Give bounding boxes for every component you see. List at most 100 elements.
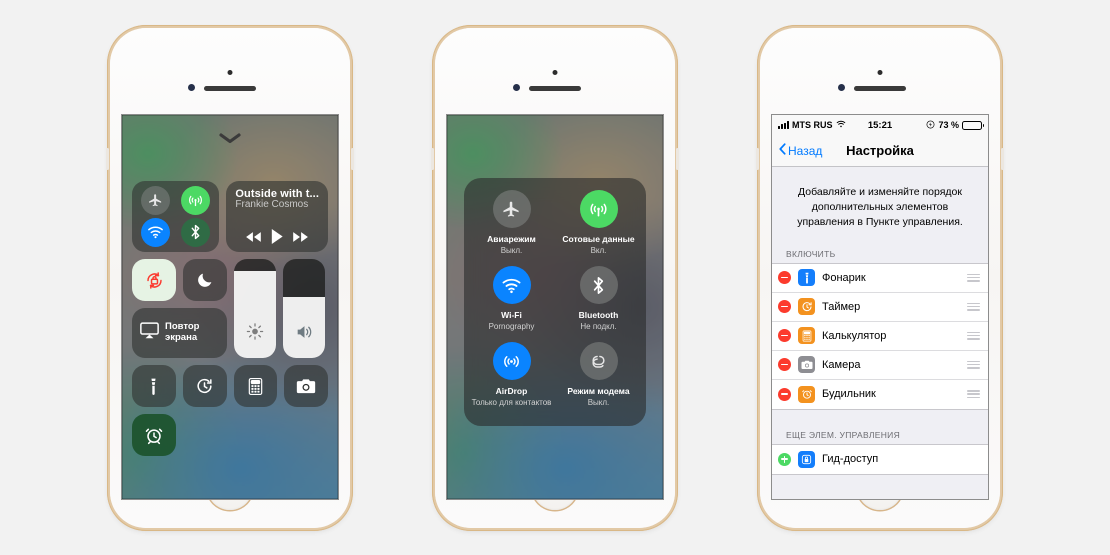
airplane-mode-button[interactable] bbox=[141, 186, 171, 216]
section-gap bbox=[772, 409, 988, 426]
screen-mirroring-button[interactable]: Повтор экрана bbox=[132, 308, 227, 358]
navigation-bar: Назад Настройка bbox=[772, 135, 988, 167]
cellular-data-button[interactable] bbox=[181, 186, 211, 216]
airdrop-icon[interactable] bbox=[492, 342, 531, 380]
bluetooth-icon[interactable] bbox=[579, 266, 618, 304]
alarm-clock-button[interactable] bbox=[132, 414, 176, 456]
status-right: 73 % bbox=[892, 120, 984, 131]
volume-button[interactable] bbox=[431, 148, 434, 170]
timer-button[interactable] bbox=[182, 365, 227, 407]
bluetooth-cell[interactable]: Bluetooth Не подкл. bbox=[555, 266, 642, 342]
reorder-handle-icon[interactable] bbox=[967, 390, 980, 399]
connectivity-expanded-panel: Авиарежим Выкл. Сотовые данные Вкл. Wi-F… bbox=[464, 178, 646, 426]
cc-left-cluster: Повтор экрана bbox=[132, 259, 227, 358]
rewind-icon[interactable] bbox=[245, 231, 262, 243]
fast-forward-icon[interactable] bbox=[292, 231, 309, 243]
reorder-handle-icon[interactable] bbox=[967, 273, 980, 282]
flashlight-icon bbox=[798, 269, 815, 287]
phone-device-3: MTS RUS 15:21 73 % Назад Настройка Добав… bbox=[756, 25, 1004, 531]
section-header-include: ВКЛЮЧИТЬ bbox=[786, 248, 836, 259]
proximity-sensor-icon bbox=[877, 70, 883, 75]
brightness-slider[interactable] bbox=[234, 259, 276, 358]
airplane-mode-cell[interactable]: Авиарежим Выкл. bbox=[468, 190, 555, 266]
bluetooth-button[interactable] bbox=[181, 217, 211, 247]
battery-icon bbox=[962, 120, 984, 130]
calculator-button[interactable] bbox=[233, 365, 278, 407]
connectivity-module[interactable] bbox=[132, 181, 220, 252]
wifi-cell[interactable]: Wi-Fi Pornography bbox=[468, 266, 555, 342]
front-camera-icon bbox=[513, 84, 520, 91]
row-label: Будильник bbox=[822, 388, 876, 401]
row-label: Калькулятор bbox=[822, 329, 887, 342]
wifi-label: Wi-Fi bbox=[501, 310, 522, 320]
personal-hotspot-state: Выкл. bbox=[587, 398, 610, 408]
timer-icon bbox=[798, 298, 815, 316]
more-controls-list: Гид-доступ bbox=[772, 443, 988, 475]
minus-circle-icon[interactable] bbox=[778, 387, 791, 401]
rotation-lock-button[interactable] bbox=[132, 259, 176, 301]
minus-circle-icon[interactable] bbox=[778, 358, 791, 372]
camera-icon bbox=[798, 356, 815, 374]
personal-hotspot-label: Режим модема bbox=[567, 386, 630, 396]
power-button[interactable] bbox=[1001, 148, 1004, 170]
table-row[interactable]: Гид-доступ bbox=[772, 444, 988, 474]
power-button[interactable] bbox=[351, 148, 354, 170]
do-not-disturb-button[interactable] bbox=[183, 259, 227, 301]
airdrop-label: AirDrop bbox=[495, 386, 528, 396]
volume-button[interactable] bbox=[756, 148, 759, 170]
cellular-antenna-icon[interactable] bbox=[579, 190, 618, 228]
minus-circle-icon[interactable] bbox=[778, 300, 791, 314]
table-row[interactable]: Калькулятор bbox=[772, 321, 988, 351]
minus-circle-icon[interactable] bbox=[778, 271, 791, 285]
low-power-icon bbox=[926, 120, 935, 131]
plus-circle-icon[interactable] bbox=[778, 452, 791, 466]
volume-slider[interactable] bbox=[283, 259, 325, 358]
table-row[interactable]: Будильник bbox=[772, 379, 988, 409]
cc-row-middle: Повтор экрана bbox=[132, 259, 328, 358]
proximity-sensor-icon bbox=[552, 70, 558, 75]
phone-device-1: Outside with t... Frankie Cosmos Повтор … bbox=[106, 25, 354, 531]
now-playing-module[interactable]: Outside with t... Frankie Cosmos bbox=[226, 181, 328, 252]
status-left: MTS RUS bbox=[778, 120, 868, 130]
status-bar: MTS RUS 15:21 73 % bbox=[772, 115, 988, 135]
airplane-mode-label: Авиарежим bbox=[487, 234, 536, 244]
playback-controls bbox=[235, 228, 319, 247]
reorder-handle-icon[interactable] bbox=[967, 331, 980, 340]
cellular-data-cell[interactable]: Сотовые данные Вкл. bbox=[555, 190, 642, 266]
table-row[interactable]: Таймер bbox=[772, 292, 988, 322]
camera-button[interactable] bbox=[284, 365, 328, 407]
airdrop-state: Только для контактов bbox=[471, 398, 552, 408]
section-header-more: ЕЩЕ ЭЛЕМ. УПРАВЛЕНИЯ bbox=[786, 429, 901, 440]
battery-percent-label: 73 % bbox=[938, 120, 959, 130]
airdrop-cell[interactable]: AirDrop Только для контактов bbox=[468, 342, 555, 418]
now-playing-artist: Frankie Cosmos bbox=[235, 198, 309, 210]
play-icon[interactable] bbox=[270, 228, 284, 245]
phone1-screen: Outside with t... Frankie Cosmos Повтор … bbox=[121, 114, 339, 500]
minus-circle-icon[interactable] bbox=[778, 329, 791, 343]
volume-button[interactable] bbox=[106, 148, 109, 170]
control-center-page-1: Outside with t... Frankie Cosmos Повтор … bbox=[132, 181, 328, 456]
table-row[interactable]: Камера bbox=[772, 350, 988, 380]
flashlight-button[interactable] bbox=[132, 365, 176, 407]
alarm-clock-icon bbox=[798, 385, 815, 403]
cellular-data-label: Сотовые данные bbox=[562, 234, 635, 244]
include-list: Фонарик Таймер Калькулятор Камера Будиль… bbox=[772, 262, 988, 410]
personal-hotspot-cell[interactable]: Режим модема Выкл. bbox=[555, 342, 642, 418]
earpiece-speaker bbox=[854, 86, 906, 91]
wifi-icon[interactable] bbox=[492, 266, 531, 304]
row-label: Камера bbox=[822, 358, 861, 371]
table-row[interactable]: Фонарик bbox=[772, 263, 988, 293]
reorder-handle-icon[interactable] bbox=[967, 302, 980, 311]
phone2-screen: Авиарежим Выкл. Сотовые данные Вкл. Wi-F… bbox=[446, 114, 664, 500]
reorder-handle-icon[interactable] bbox=[967, 360, 980, 369]
power-button[interactable] bbox=[676, 148, 679, 170]
wifi-button[interactable] bbox=[141, 217, 171, 247]
wifi-icon bbox=[836, 120, 846, 130]
bluetooth-state: Не подкл. bbox=[580, 322, 617, 332]
carrier-label: MTS RUS bbox=[792, 120, 833, 130]
front-camera-icon bbox=[838, 84, 845, 91]
screen-mirroring-label: Повтор экрана bbox=[165, 321, 200, 343]
personal-hotspot-icon[interactable] bbox=[579, 342, 618, 380]
airplane-icon[interactable] bbox=[492, 190, 531, 228]
chevron-down-icon[interactable] bbox=[219, 133, 241, 144]
